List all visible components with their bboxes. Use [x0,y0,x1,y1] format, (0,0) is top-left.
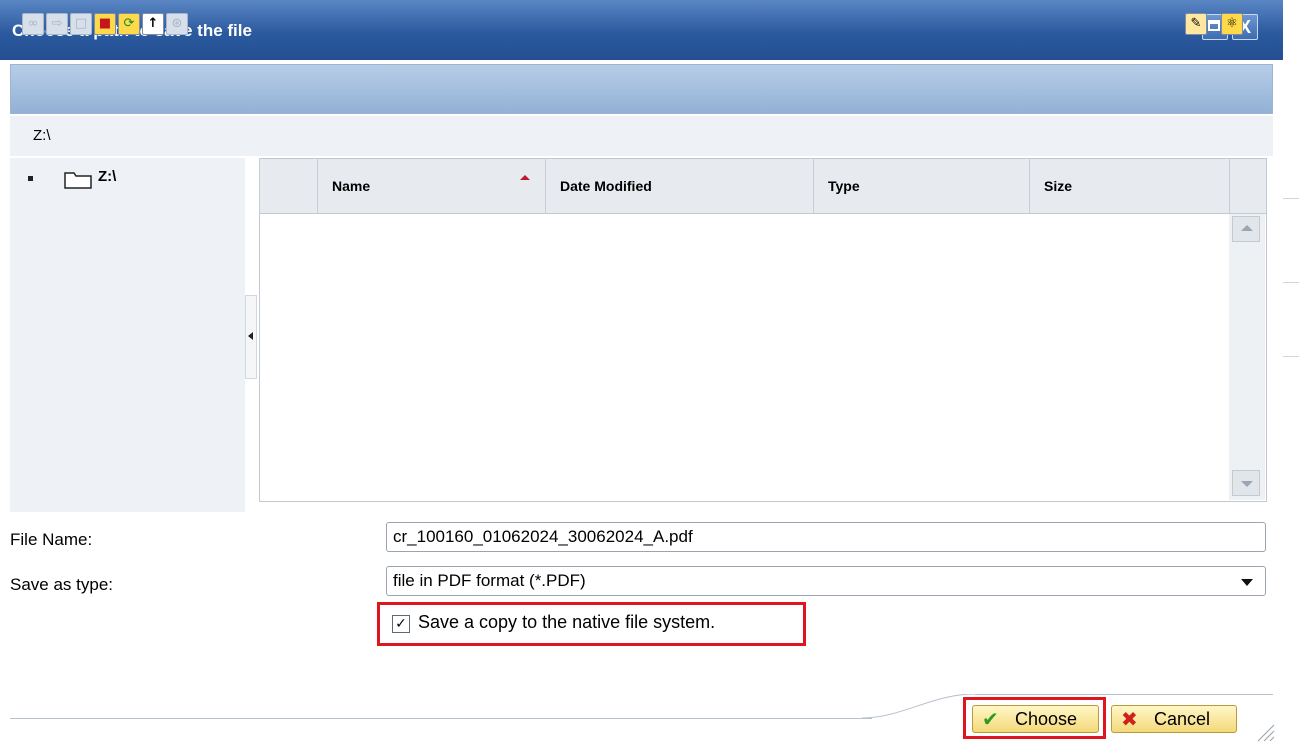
up-arrow-icon[interactable]: ↑ [142,13,164,35]
background-divider [1283,356,1299,357]
delete-icon[interactable]: □ [70,13,92,35]
folder-tree [10,158,245,512]
resize-grip-icon[interactable] [1255,722,1275,742]
file-name-label: File Name: [10,530,93,549]
vertical-scrollbar[interactable] [1229,214,1265,500]
save-as-type-dropdown[interactable]: file in PDF format (*.PDF) [386,566,1266,596]
scroll-down-button[interactable] [1232,470,1260,496]
collapse-arrow-icon[interactable] [248,332,253,340]
sort-ascending-icon [520,175,530,180]
footer-divider [10,718,872,719]
cancel-x-icon: ✖ [1121,707,1138,731]
column-header-name[interactable]: Name [317,158,545,214]
folder-link-icon[interactable]: ∞ [22,13,44,35]
choose-button[interactable]: ✔ Choose [972,705,1099,733]
column-settings-header [1229,158,1267,214]
native-copy-checkbox[interactable]: ✓ [392,615,410,633]
toolbar [10,64,1273,114]
export-icon[interactable]: ⇨ [46,13,68,35]
background-divider [1283,282,1299,283]
background-window-edge [1283,0,1299,749]
properties-icon[interactable]: ⊛ [166,13,188,35]
save-as-type-label: Save as type: [10,575,114,594]
chevron-down-icon[interactable] [1241,579,1253,586]
tree-item-label[interactable]: Z:\ [98,168,116,185]
refresh-folder-icon[interactable]: ⟳ [118,13,140,35]
column-header-size[interactable]: Size [1029,158,1229,214]
checkmark-icon: ✔ [982,707,999,731]
column-header-date-modified[interactable]: Date Modified [545,158,813,214]
background-divider [1283,198,1299,199]
scroll-up-button[interactable] [1232,216,1260,242]
path-bar [10,116,1273,156]
save-as-type-value: file in PDF format (*.PDF) [393,571,586,590]
tree-expander[interactable] [28,176,33,181]
column-header-type[interactable]: Type [813,158,1029,214]
rename-icon[interactable]: ✎ [1185,13,1207,35]
title-bar[interactable]: Choose a path to save the file X [0,0,1283,60]
choose-button-label: Choose [1015,709,1078,729]
help-icon[interactable]: ⚛ [1221,13,1243,35]
cancel-button-label: Cancel [1154,709,1211,729]
cancel-button[interactable]: ✖ Cancel [1111,705,1237,733]
file-name-input[interactable] [386,522,1266,552]
row-selector-header[interactable] [259,158,317,214]
current-path: Z:\ [33,127,51,144]
new-folder-icon[interactable]: ■ [94,13,116,35]
folder-icon[interactable] [64,170,92,189]
native-copy-label[interactable]: Save a copy to the native file system. [418,612,715,633]
footer-divider [975,694,1273,695]
